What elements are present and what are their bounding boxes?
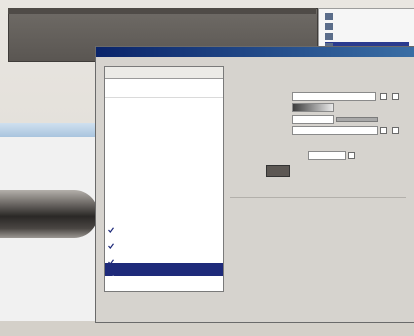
background-selection-strip — [0, 123, 102, 137]
layer-row[interactable] — [325, 12, 409, 21]
style-checkbox[interactable] — [108, 138, 114, 144]
color-swatch[interactable] — [266, 165, 290, 177]
check-mark-icon[interactable] — [108, 234, 114, 249]
option-checkbox[interactable] — [348, 152, 355, 159]
layer-thumbnail — [325, 23, 333, 30]
background-bottom-bar — [0, 321, 414, 336]
style-item[interactable] — [105, 151, 223, 164]
style-item[interactable] — [105, 247, 223, 265]
style-item[interactable] — [105, 167, 223, 180]
style-item[interactable] — [105, 103, 223, 116]
style-item[interactable] — [105, 215, 223, 233]
mode-field[interactable] — [292, 92, 376, 101]
styles-list — [104, 66, 224, 292]
layer-style-dialog — [95, 46, 414, 323]
dialog-titlebar[interactable] — [96, 47, 414, 57]
check-mark-icon[interactable] — [108, 218, 114, 233]
style-item[interactable] — [105, 263, 223, 281]
canvas-cylinder-artwork — [0, 190, 98, 238]
style-item[interactable] — [105, 199, 223, 212]
option-checkbox[interactable] — [380, 93, 387, 100]
style-item[interactable] — [105, 135, 223, 148]
background-titlebar — [8, 8, 316, 14]
option-checkbox[interactable] — [392, 93, 399, 100]
style-item[interactable] — [105, 231, 223, 249]
style-select[interactable] — [292, 115, 334, 124]
layer-thumbnail — [325, 33, 333, 40]
style-slider[interactable] — [336, 117, 378, 122]
layer-row[interactable] — [325, 32, 409, 41]
style-checkbox[interactable] — [108, 170, 114, 176]
blending-options-item[interactable] — [105, 80, 223, 98]
option-checkbox[interactable] — [392, 127, 399, 134]
layer-row[interactable] — [325, 22, 409, 31]
dialog-divider — [230, 197, 406, 198]
check-mark-icon[interactable] — [108, 250, 114, 265]
check-mark-icon[interactable] — [108, 266, 114, 281]
option-checkbox[interactable] — [380, 127, 387, 134]
angle-field[interactable] — [292, 126, 378, 135]
layer-thumbnail — [325, 13, 333, 20]
gradient-picker[interactable] — [292, 103, 334, 112]
style-checkbox[interactable] — [108, 202, 114, 208]
style-checkbox[interactable] — [108, 154, 114, 160]
style-options-pane — [230, 66, 406, 196]
styles-list-header[interactable] — [105, 67, 223, 79]
style-checkbox[interactable] — [108, 186, 114, 192]
style-checkbox[interactable] — [108, 122, 114, 128]
style-item[interactable] — [105, 183, 223, 196]
style-item[interactable] — [105, 119, 223, 132]
blend-mode-select[interactable] — [308, 151, 346, 160]
style-checkbox[interactable] — [108, 106, 114, 112]
